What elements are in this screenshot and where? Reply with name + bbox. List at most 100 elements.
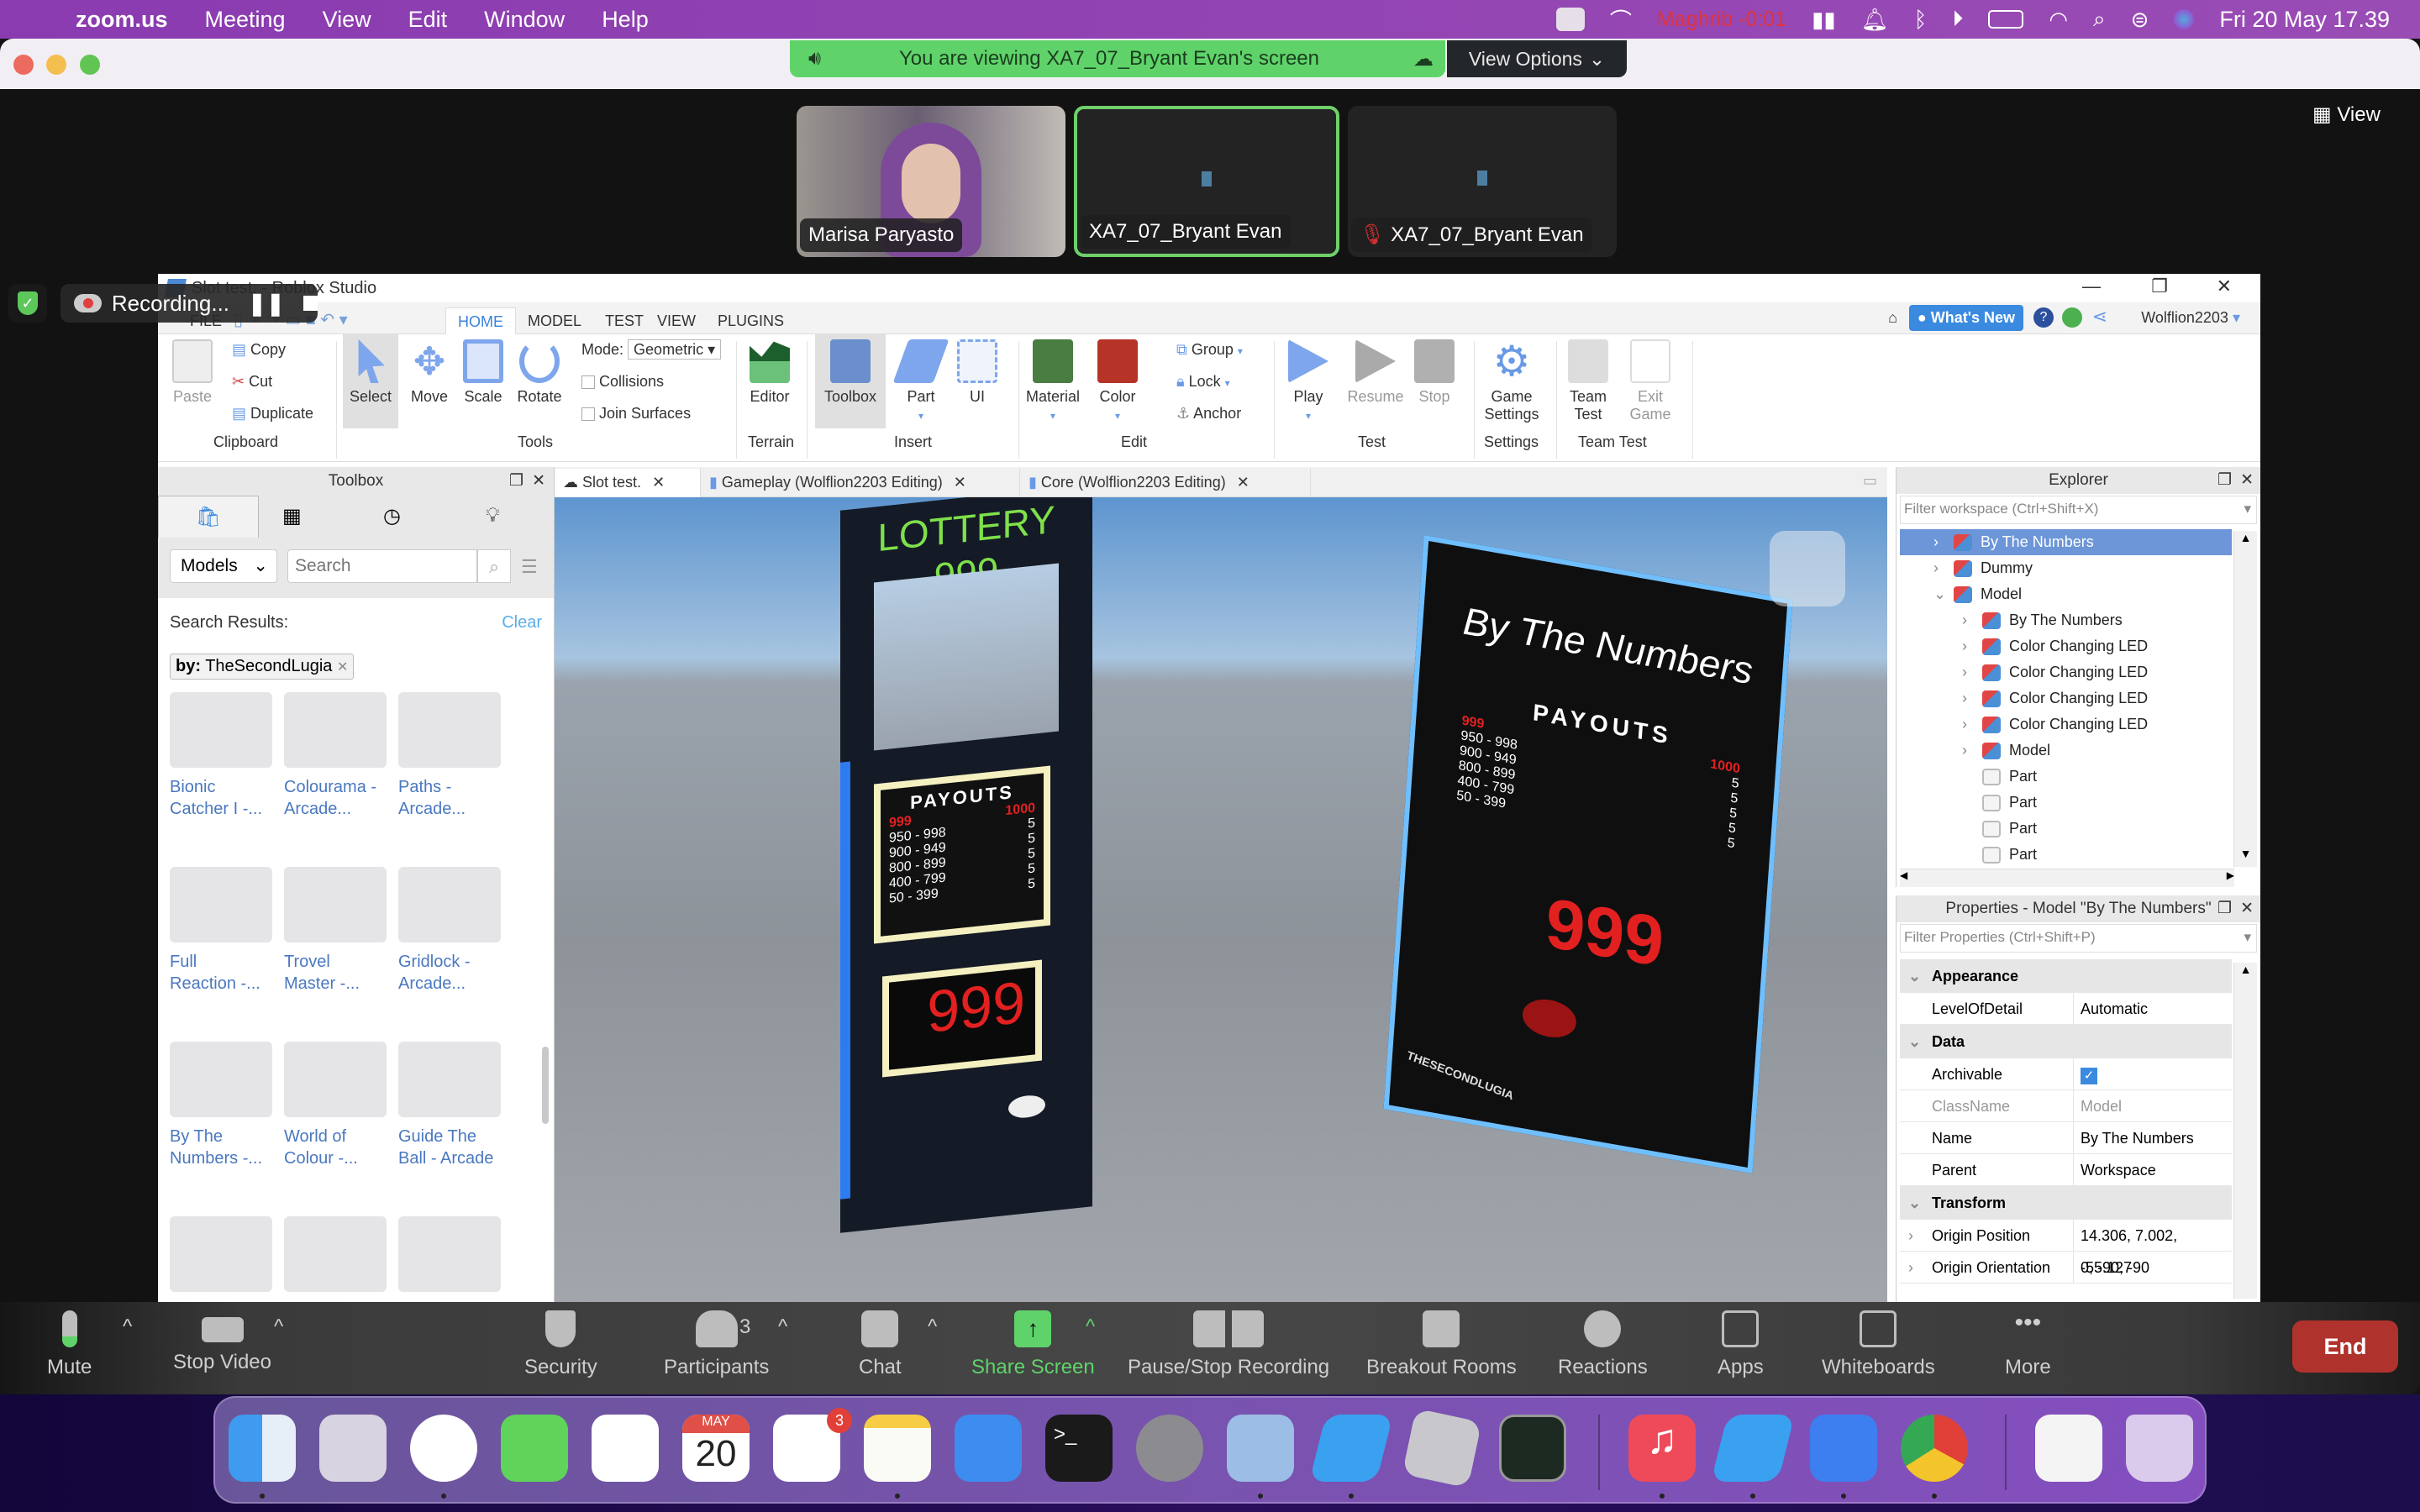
toolbox-item-title[interactable]: By The Numbers -... [170, 1126, 279, 1169]
expand-chevron-icon[interactable]: › [1962, 633, 1967, 659]
team-test-button[interactable]: Team Test [1563, 339, 1613, 423]
preview-icon[interactable] [1227, 1415, 1294, 1482]
tab-recent[interactable]: ◷ [383, 504, 401, 528]
close-icon[interactable]: ✕ [532, 467, 545, 496]
explorer-tree-item[interactable]: Part [1900, 816, 2232, 842]
toolbox-search-input[interactable] [287, 549, 477, 583]
play-button[interactable]: Play ▾ [1284, 339, 1333, 423]
property-category[interactable]: ⌄ Data [1900, 1025, 2232, 1058]
view-options-button[interactable]: View Options ⌄ [1447, 40, 1627, 77]
close-tab-icon[interactable]: ✕ [652, 474, 665, 491]
zoom-status-icon[interactable] [1555, 8, 1585, 31]
tab-inventory[interactable]: ▦ [282, 504, 302, 528]
toolbox-item-thumbnail[interactable] [284, 867, 387, 942]
roblox-studio-icon[interactable] [1309, 1415, 1393, 1482]
toolbox-item-title[interactable]: Guide The Ball - Arcade [398, 1126, 508, 1169]
toolbox-button[interactable]: Toolbox [815, 334, 886, 428]
expand-chevron-icon[interactable]: › [1933, 555, 1939, 581]
security-shield-icon[interactable]: ✓ [8, 284, 47, 323]
anchor-button[interactable]: ⚓︎ Anchor [1176, 405, 1241, 423]
wifi-icon[interactable]: ◠ [2049, 7, 2068, 33]
game-settings-button[interactable]: ⚙ Game Settings [1481, 339, 1543, 423]
toolbox-item-title[interactable]: Bionic Catcher I -... [170, 776, 279, 820]
messages-icon[interactable] [501, 1415, 568, 1482]
more-button[interactable]: ••• More [2005, 1310, 2051, 1379]
dropdown-arrow-icon[interactable]: ▾ [2244, 496, 2251, 522]
join-surfaces-checkbox[interactable]: Join Surfaces [581, 405, 691, 423]
mode-select[interactable]: Mode: Geometric ▾ [581, 339, 722, 360]
calendar-icon[interactable]: MAY 20 [682, 1415, 750, 1482]
toolbox-item-thumbnail[interactable] [284, 692, 387, 768]
toolbox-item-thumbnail[interactable] [284, 1042, 387, 1117]
archivable-checkbox[interactable]: ✓ [2081, 1068, 2097, 1084]
color-button[interactable]: Color ▾ [1094, 339, 1141, 423]
status-icon[interactable] [2062, 307, 2082, 328]
undock-icon[interactable]: ❐ [2217, 895, 2232, 922]
explorer-tree-item[interactable]: Part [1900, 764, 2232, 790]
property-value[interactable]: 0, -90, -90 [2073, 1252, 2149, 1283]
battery-icon[interactable] [1988, 10, 2024, 29]
property-category[interactable]: ⌄ Appearance [1900, 959, 2232, 993]
share-icon[interactable]: ⋖ [2092, 306, 2107, 328]
toolbox-item-thumbnail[interactable] [398, 1042, 501, 1117]
property-value[interactable]: By The Numbers [2073, 1122, 2194, 1153]
explorer-tree-item[interactable]: › By The Numbers [1900, 607, 2232, 633]
document-stack-icon[interactable] [2035, 1415, 2102, 1482]
toolbox-item-title[interactable]: World of Colour -... [284, 1126, 393, 1169]
explorer-tree-item[interactable]: › Color Changing LED [1900, 659, 2232, 685]
restore-icon[interactable]: ❐ [2151, 276, 2168, 297]
toolbox-item-title[interactable]: Paths - Arcade... [398, 776, 508, 820]
username-menu[interactable]: Wolflion2203 ▾ [2141, 309, 2240, 327]
explorer-vertical-scrollbar[interactable]: ▲ ▼ [2233, 531, 2257, 867]
search-button[interactable]: ⌕ [477, 549, 511, 583]
window-manager-icon[interactable]: ▮▮ [1812, 7, 1836, 33]
roblox-studio-icon[interactable] [1711, 1415, 1795, 1482]
stop-button[interactable]: Stop [1413, 339, 1455, 406]
video-options-caret[interactable]: ^ [274, 1315, 283, 1339]
pause-stop-recording-button[interactable]: Pause/Stop Recording [1128, 1310, 1329, 1379]
lock-button[interactable]: 🔒︎ Lock ▾ [1176, 373, 1230, 391]
select-tool-button[interactable]: Select [343, 334, 398, 428]
participant-tile[interactable]: 🎙︎ XA7_07_Bryant Evan [1348, 106, 1617, 257]
safari-icon[interactable] [410, 1415, 477, 1482]
toolbox-item-thumbnail[interactable] [170, 1216, 272, 1292]
tab-gameplay-script[interactable]: ▮ Gameplay (Wolflion2203 Editing) ✕ [701, 469, 1020, 497]
collapse-chevron-icon[interactable]: ⌄ [1908, 959, 1921, 993]
toolbox-item-title[interactable]: Colourama - Arcade... [284, 776, 393, 820]
mode-dropdown[interactable]: Geometric ▾ [628, 339, 722, 360]
whiteboards-button[interactable]: Whiteboards [1822, 1310, 1935, 1379]
close-window-button[interactable] [13, 55, 34, 75]
group-button[interactable]: ⧉ Group ▾ [1176, 341, 1243, 359]
material-button[interactable]: Material ▾ [1023, 339, 1082, 423]
toolbox-scrollbar[interactable] [542, 1047, 549, 1124]
property-value[interactable]: ✓ [2073, 1058, 2097, 1089]
breakout-rooms-button[interactable]: Breakout Rooms [1366, 1310, 1517, 1379]
resume-button[interactable]: Resume [1344, 339, 1407, 406]
share-options-caret[interactable]: ^ [1086, 1315, 1095, 1339]
collapse-chevron-icon[interactable]: ⌄ [1908, 1025, 1921, 1058]
view-selector-cube[interactable] [1770, 531, 1845, 606]
menu-window[interactable]: Window [484, 7, 565, 33]
close-icon[interactable]: ✕ [2217, 276, 2232, 297]
tab-creations[interactable]: 💡︎ [486, 504, 500, 528]
chat-options-caret[interactable]: ^ [928, 1315, 937, 1339]
spin-button[interactable] [1521, 995, 1578, 1042]
close-tab-icon[interactable]: ✕ [1237, 474, 1249, 491]
menu-help[interactable]: Help [602, 7, 649, 33]
pause-recording-button[interactable]: ❚❚ [248, 291, 285, 317]
property-row[interactable]: Archivable ✓ [1900, 1058, 2232, 1090]
property-value[interactable]: 14.306, 7.002, -55.127 [2073, 1220, 2232, 1276]
ui-button[interactable]: UI [956, 339, 998, 406]
stop-recording-button[interactable] [302, 296, 318, 311]
toolbox-item-thumbnail[interactable] [284, 1216, 387, 1292]
property-value[interactable]: Workspace [2073, 1154, 2156, 1185]
rotate-tool-button[interactable]: Rotate [514, 339, 565, 406]
expand-chevron-icon[interactable]: › [1962, 711, 1967, 738]
end-meeting-button[interactable]: End [2292, 1320, 2398, 1373]
finder-icon[interactable] [229, 1415, 296, 1482]
participant-tile[interactable]: Marisa Paryasto [797, 106, 1065, 257]
minimize-window-button[interactable] [46, 55, 66, 75]
view-layout-button[interactable]: ▦ View [2312, 102, 2381, 127]
move-tool-button[interactable]: ✥ Move [407, 339, 452, 406]
mosque-icon[interactable]: ⌒ [1610, 4, 1632, 35]
